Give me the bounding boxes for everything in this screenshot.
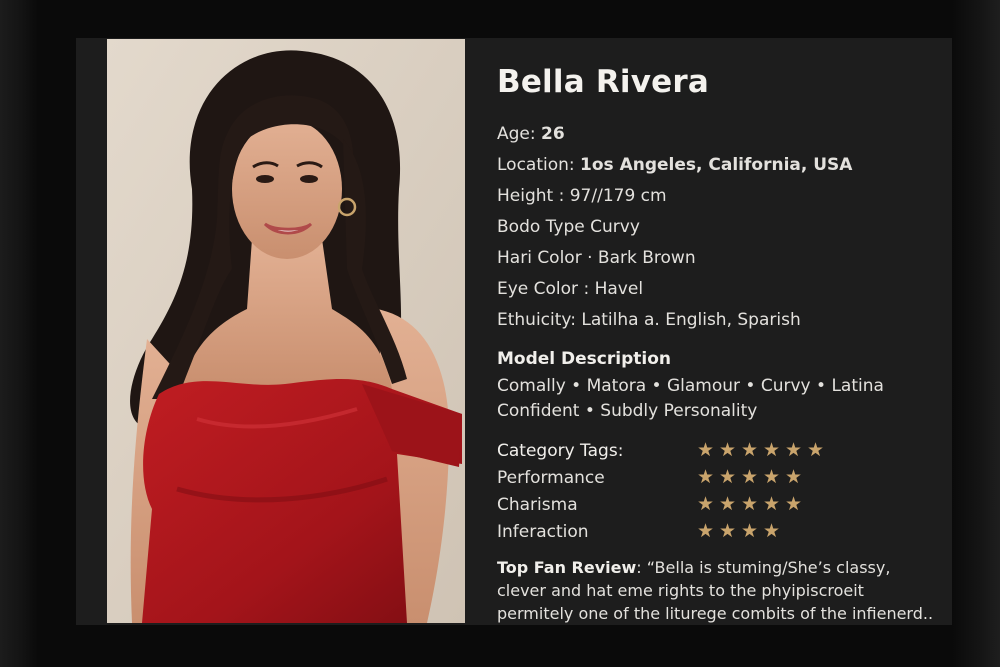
star-icon: ★ xyxy=(697,466,715,488)
profile-details: Bella Rivera Age: 26 Location: 1os Angel… xyxy=(497,62,937,625)
attribute-label: Height : xyxy=(497,186,570,206)
star-icon: ★ xyxy=(763,439,781,461)
star-icon: ★ xyxy=(763,466,781,488)
attribute-body-type: Bodo Type Curvy xyxy=(497,212,937,243)
top-fan-review: Top Fan Review: “Bella is stuming/She’s … xyxy=(497,556,937,625)
attribute-value: 97//179 cm xyxy=(569,186,667,206)
attribute-label: Hari Color · xyxy=(497,248,598,268)
description-line: Comally • Matora • Glamour • Curvy • Lat… xyxy=(497,376,884,396)
profile-card: Bella Rivera Age: 26 Location: 1os Angel… xyxy=(76,38,952,625)
star-icon: ★ xyxy=(697,439,715,461)
right-bezel xyxy=(952,0,1000,667)
star-icon: ★ xyxy=(697,520,715,542)
star-icon: ★ xyxy=(785,466,803,488)
star-icon: ★ xyxy=(741,466,759,488)
profile-photo xyxy=(107,39,465,623)
star-icon: ★ xyxy=(719,466,737,488)
rating-row-performance: Performance ★ ★ ★ ★ ★ xyxy=(497,464,937,491)
attribute-value: Bark Brown xyxy=(597,248,696,268)
attribute-label: Ethuicity: xyxy=(497,310,582,330)
monitor-frame: Bella Rivera Age: 26 Location: 1os Angel… xyxy=(0,0,1000,667)
attribute-value: 26 xyxy=(541,124,565,144)
category-ratings: Category Tags: ★ ★ ★ ★ ★ ★ Performance ★ ★ ★ ★ ★ … xyxy=(497,437,937,545)
star-icon: ★ xyxy=(763,520,781,542)
star-icon: ★ xyxy=(741,493,759,515)
rating-label: Inferaction xyxy=(497,521,589,542)
star-icon: ★ xyxy=(785,493,803,515)
star-icon: ★ xyxy=(763,493,781,515)
star-icon: ★ xyxy=(697,493,715,515)
review-label: Top Fan Review xyxy=(497,558,637,577)
rating-label: Charisma xyxy=(497,494,578,515)
attribute-hair-color: Hari Color · Bark Brown xyxy=(497,243,937,274)
star-icon: ★ xyxy=(741,520,759,542)
rating-row-category-tags: Category Tags: ★ ★ ★ ★ ★ ★ xyxy=(497,437,937,464)
attribute-location: Location: 1os Angeles, California, USA xyxy=(497,150,937,181)
attribute-value: Latilha a. English, Sparish xyxy=(581,310,801,330)
star-icon: ★ xyxy=(719,520,737,542)
star-icon: ★ xyxy=(719,439,737,461)
description-title: Model Description xyxy=(497,349,671,369)
attribute-label: Age: xyxy=(497,124,542,144)
star-rating: ★ ★ ★ ★ xyxy=(697,522,782,541)
rating-label: Performance xyxy=(497,467,605,488)
star-icon: ★ xyxy=(807,439,825,461)
star-rating: ★ ★ ★ ★ ★ ★ xyxy=(697,441,826,460)
left-bezel xyxy=(0,0,38,667)
description-text: Comally • Matora • Glamour • Curvy • Lat… xyxy=(497,374,937,424)
rating-row-interaction: Inferaction ★ ★ ★ ★ xyxy=(497,518,937,545)
attribute-ethnicity: Ethuicity: Latilha a. English, Sparish xyxy=(497,305,937,336)
rating-row-charisma: Charisma ★ ★ ★ ★ ★ xyxy=(497,491,937,518)
model-portrait xyxy=(107,39,465,623)
description-line: Confident • Subdly Personality xyxy=(497,401,758,421)
star-icon: ★ xyxy=(719,493,737,515)
attribute-age: Age: 26 xyxy=(497,119,937,150)
attribute-value: Havel xyxy=(594,279,644,299)
attribute-label: Eye Color : xyxy=(497,279,595,299)
star-icon: ★ xyxy=(785,439,803,461)
attribute-value: 1os Angeles, California, USA xyxy=(580,155,853,175)
attribute-height: Height : 97//179 cm xyxy=(497,181,937,212)
attribute-label: Bodo Type xyxy=(497,217,591,237)
attribute-eye-color: Eye Color : Havel xyxy=(497,274,937,305)
star-rating: ★ ★ ★ ★ ★ xyxy=(697,495,804,514)
profile-name: Bella Rivera xyxy=(497,64,709,100)
rating-label: Category Tags: xyxy=(497,440,624,461)
star-icon: ★ xyxy=(741,439,759,461)
attribute-label: Location: xyxy=(497,155,581,175)
attribute-value: Curvy xyxy=(590,217,640,237)
star-rating: ★ ★ ★ ★ ★ xyxy=(697,468,804,487)
